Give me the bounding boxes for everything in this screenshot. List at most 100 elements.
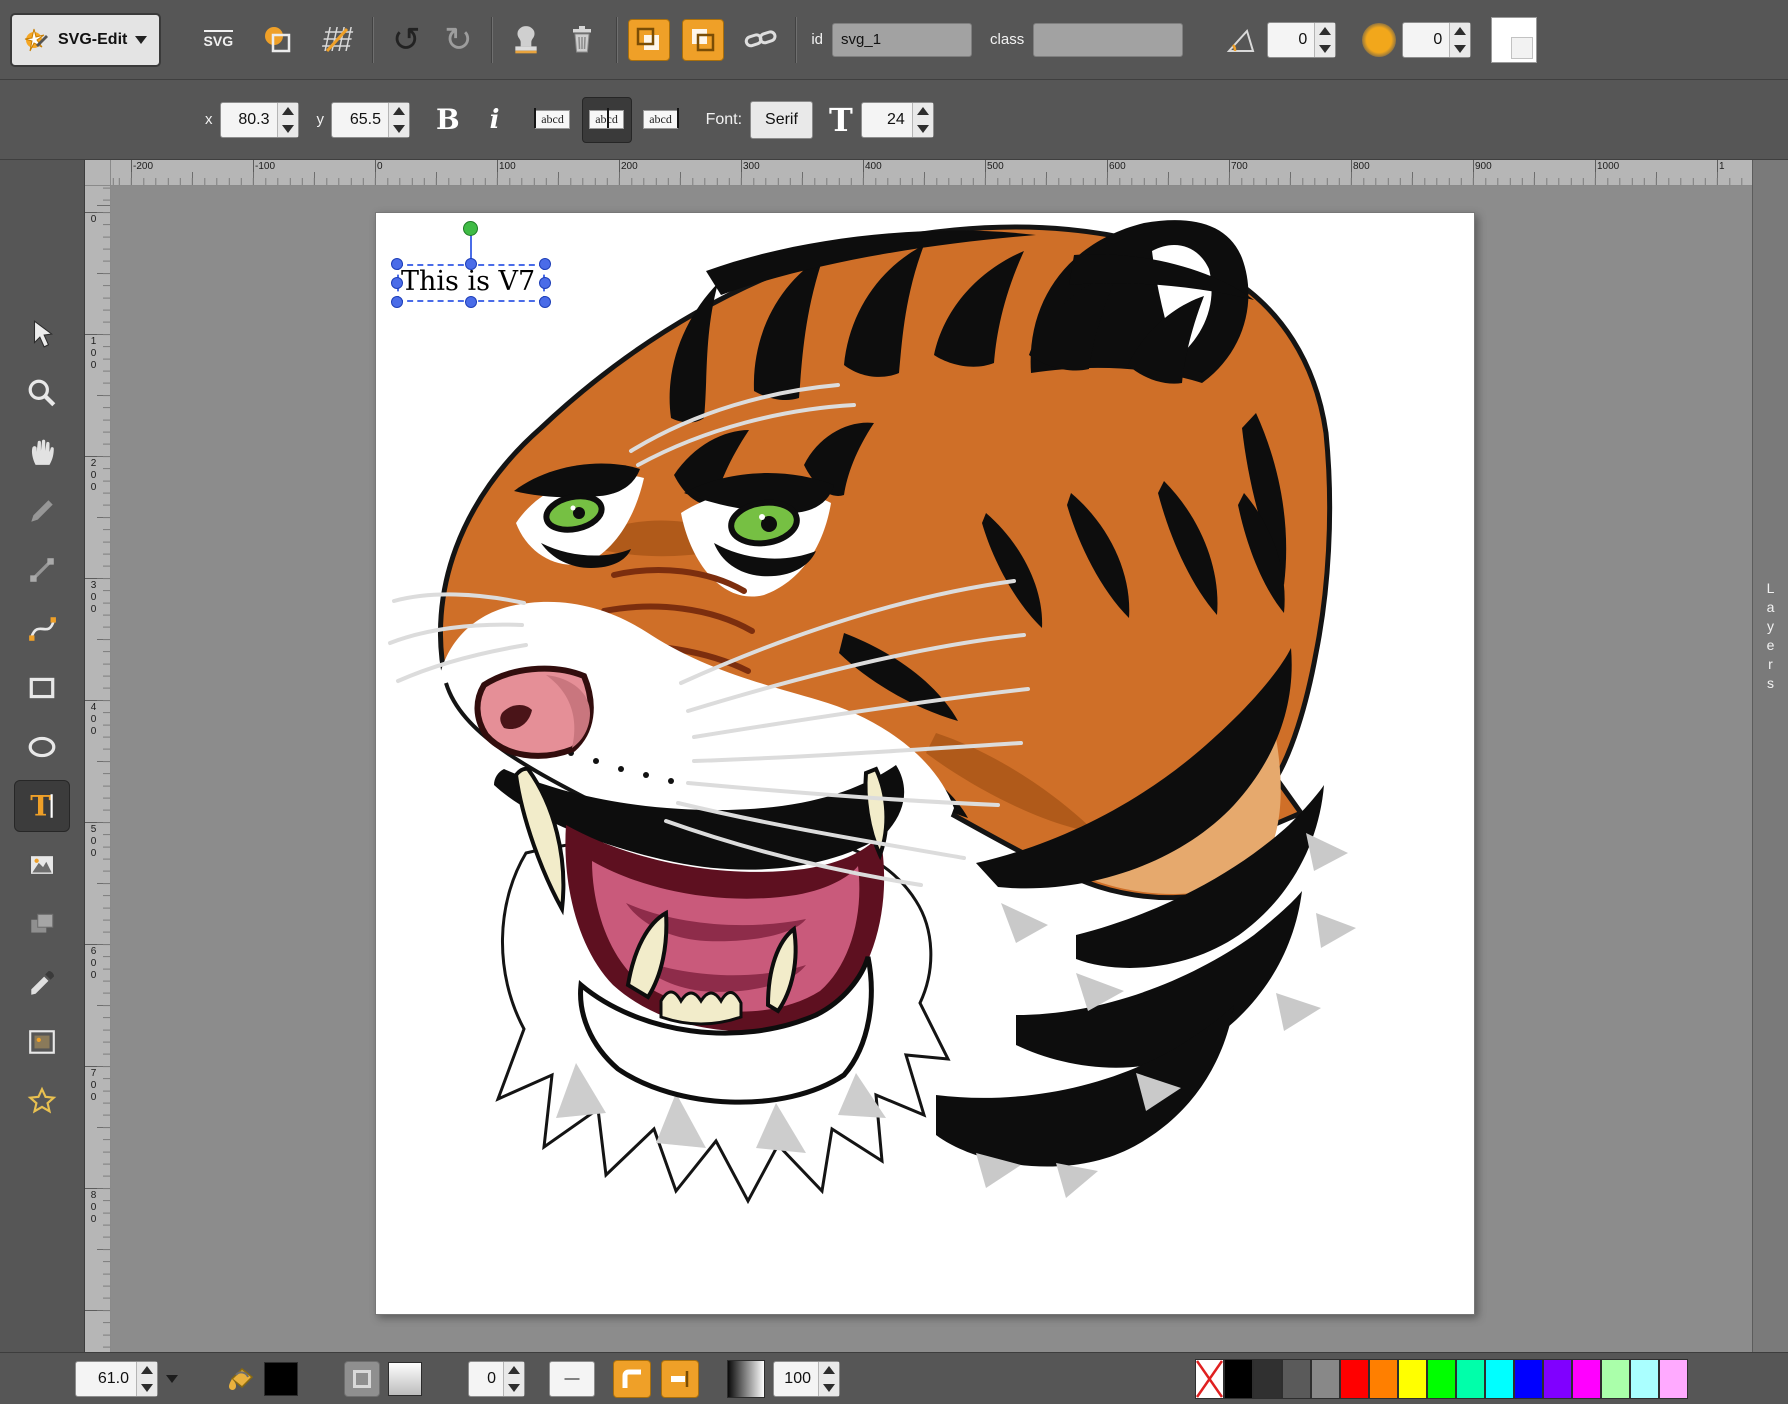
text-anchor-end-button[interactable]: abcd	[636, 97, 686, 143]
spin-up-icon[interactable]	[141, 1366, 153, 1374]
spin-up-icon[interactable]	[823, 1366, 835, 1374]
blur-value[interactable]: 0	[1403, 23, 1449, 57]
linecap-button[interactable]	[661, 1360, 699, 1398]
spin-up-icon[interactable]	[393, 107, 405, 115]
blur-spinner[interactable]: 0	[1402, 22, 1471, 58]
zoom-spinner[interactable]: 61.0	[75, 1361, 158, 1397]
palette-swatch[interactable]	[1514, 1359, 1543, 1399]
stroke-width-value[interactable]: 0	[469, 1362, 503, 1396]
canvas-text-element[interactable]: This is V7	[401, 266, 543, 297]
fill-color-button[interactable]	[220, 1359, 260, 1399]
selection-handle-ne[interactable]	[539, 258, 551, 270]
palette-swatch[interactable]	[1340, 1359, 1369, 1399]
tool-select[interactable]	[14, 308, 70, 360]
font-family-button[interactable]: Serif	[750, 101, 813, 139]
stroke-width-stepper[interactable]	[503, 1362, 524, 1396]
bold-button[interactable]: B	[436, 103, 460, 136]
tiger-artwork[interactable]	[376, 213, 1476, 1316]
selection-handle-w[interactable]	[391, 277, 403, 289]
move-to-bottom-button[interactable]	[628, 19, 670, 61]
rotation-value[interactable]: 0	[1268, 23, 1314, 57]
rotation-spinner[interactable]: 0	[1267, 22, 1336, 58]
tool-text[interactable]: T	[14, 780, 70, 832]
opacity-stepper[interactable]	[818, 1362, 839, 1396]
tool-zoom[interactable]	[14, 367, 70, 419]
spin-down-icon[interactable]	[508, 1384, 520, 1392]
move-to-top-button[interactable]	[682, 19, 724, 61]
spin-down-icon[interactable]	[1454, 45, 1466, 53]
selection-handle-se[interactable]	[539, 296, 551, 308]
element-id-input[interactable]: svg_1	[832, 23, 972, 57]
palette-swatch[interactable]	[1224, 1359, 1253, 1399]
blur-icon[interactable]	[1362, 23, 1396, 57]
rotation-stepper[interactable]	[1314, 23, 1335, 57]
canvas[interactable]	[375, 212, 1475, 1315]
palette-swatch[interactable]	[1253, 1359, 1282, 1399]
spin-down-icon[interactable]	[282, 125, 294, 133]
undo-button[interactable]: ↺	[384, 18, 428, 62]
y-value[interactable]: 65.5	[332, 103, 388, 137]
spin-down-icon[interactable]	[1319, 45, 1331, 53]
opacity-value[interactable]: 100	[774, 1362, 818, 1396]
opacity-spinner[interactable]: 100	[773, 1361, 840, 1397]
tool-line[interactable]	[14, 544, 70, 596]
spin-down-icon[interactable]	[917, 125, 929, 133]
opacity-gradient-icon[interactable]	[727, 1360, 765, 1398]
spin-up-icon[interactable]	[917, 107, 929, 115]
text-anchor-middle-button[interactable]: abcd	[582, 97, 632, 143]
stroke-color-swatch[interactable]	[388, 1362, 422, 1396]
stroke-style-button[interactable]	[344, 1361, 380, 1397]
text-anchor-start-button[interactable]: abcd	[528, 97, 578, 143]
tool-image[interactable]	[14, 839, 70, 891]
selection-handle-sw[interactable]	[391, 296, 403, 308]
spin-down-icon[interactable]	[141, 1384, 153, 1392]
stroke-dash-select[interactable]: —	[549, 1361, 595, 1397]
blur-stepper[interactable]	[1449, 23, 1470, 57]
x-spinner[interactable]: 80.3	[220, 102, 299, 138]
tool-path[interactable]	[14, 603, 70, 655]
tool-ellipse[interactable]	[14, 721, 70, 773]
tool-pencil[interactable]	[14, 485, 70, 537]
spin-up-icon[interactable]	[1319, 27, 1331, 35]
x-stepper[interactable]	[277, 103, 298, 137]
palette-swatch[interactable]	[1630, 1359, 1659, 1399]
palette-swatch[interactable]	[1485, 1359, 1514, 1399]
selection-handle-n[interactable]	[465, 258, 477, 270]
y-stepper[interactable]	[388, 103, 409, 137]
spin-up-icon[interactable]	[282, 107, 294, 115]
palette-swatch[interactable]	[1456, 1359, 1485, 1399]
tool-frame-image[interactable]	[14, 1016, 70, 1068]
palette-swatch[interactable]	[1543, 1359, 1572, 1399]
layers-panel-toggle[interactable]: Layers	[1752, 160, 1788, 1352]
clone-button[interactable]	[503, 18, 549, 62]
spin-up-icon[interactable]	[1454, 27, 1466, 35]
tool-pan[interactable]	[14, 426, 70, 478]
x-value[interactable]: 80.3	[221, 103, 277, 137]
fill-color-swatch[interactable]	[264, 1362, 298, 1396]
palette-swatch[interactable]	[1282, 1359, 1311, 1399]
palette-swatch[interactable]	[1369, 1359, 1398, 1399]
zoom-dropdown-icon[interactable]	[166, 1375, 178, 1383]
palette-swatch[interactable]	[1601, 1359, 1630, 1399]
selection-handle-s[interactable]	[465, 296, 477, 308]
main-menu-button[interactable]: SVG-Edit	[10, 13, 161, 67]
element-class-input[interactable]	[1033, 23, 1183, 57]
edit-source-button[interactable]: SVG	[195, 19, 241, 61]
palette-swatch[interactable]	[1572, 1359, 1601, 1399]
delete-button[interactable]	[559, 18, 605, 62]
tool-shape-library[interactable]	[14, 898, 70, 950]
linejoin-button[interactable]	[613, 1360, 651, 1398]
document-properties-button[interactable]	[255, 19, 301, 61]
tool-rectangle[interactable]	[14, 662, 70, 714]
editor-preferences-button[interactable]	[315, 19, 361, 61]
y-spinner[interactable]: 65.5	[331, 102, 410, 138]
rotation-button[interactable]	[1221, 20, 1261, 60]
font-size-spinner[interactable]: 24	[861, 102, 934, 138]
palette-swatch[interactable]	[1659, 1359, 1688, 1399]
font-size-value[interactable]: 24	[862, 103, 912, 137]
rotate-handle[interactable]	[463, 221, 478, 236]
zoom-stepper[interactable]	[136, 1362, 157, 1396]
make-link-button[interactable]	[738, 18, 784, 62]
selection-handle-e[interactable]	[539, 277, 551, 289]
tool-star[interactable]	[14, 1075, 70, 1127]
